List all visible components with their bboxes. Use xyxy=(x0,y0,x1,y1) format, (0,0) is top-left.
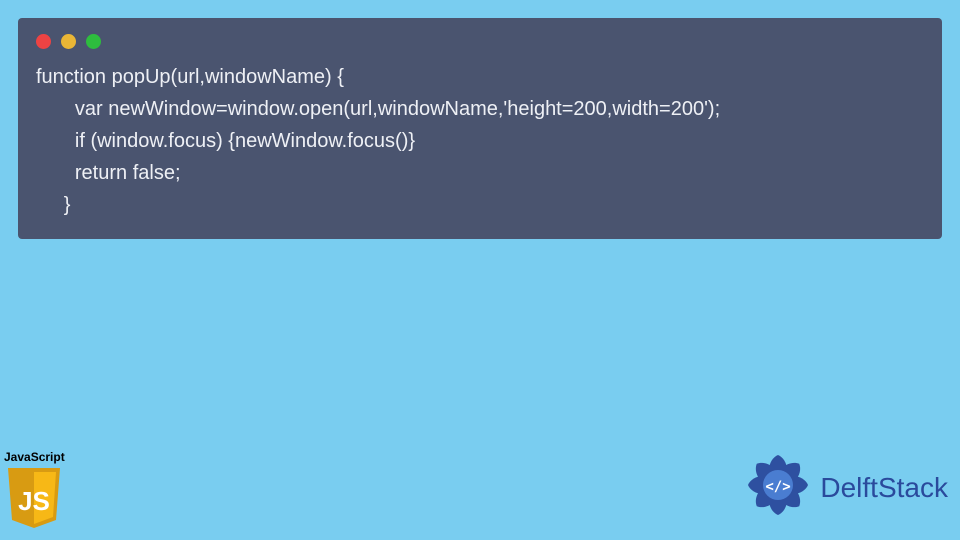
code-content: function popUp(url,windowName) { var new… xyxy=(18,61,942,221)
maximize-icon[interactable] xyxy=(86,34,101,49)
delftstack-logo: </> DelftStack xyxy=(742,449,948,526)
code-window: function popUp(url,windowName) { var new… xyxy=(18,18,942,239)
code-line: return false; xyxy=(36,162,181,184)
delftstack-brand-text: DelftStack xyxy=(820,472,948,504)
minimize-icon[interactable] xyxy=(61,34,76,49)
code-line: if (window.focus) {newWindow.focus()} xyxy=(36,130,415,152)
delftstack-flower-icon: </> xyxy=(742,449,814,526)
javascript-badge: JavaScript JS xyxy=(4,450,65,530)
close-icon[interactable] xyxy=(36,34,51,49)
svg-text:</>: </> xyxy=(766,479,791,495)
traffic-lights xyxy=(18,18,942,61)
js-letters: JS xyxy=(18,486,50,516)
code-line: function popUp(url,windowName) { xyxy=(36,66,344,88)
code-line: } xyxy=(36,194,70,216)
javascript-shield-icon: JS xyxy=(4,466,64,530)
javascript-label: JavaScript xyxy=(4,450,65,464)
code-line: var newWindow=window.open(url,windowName… xyxy=(36,98,720,120)
